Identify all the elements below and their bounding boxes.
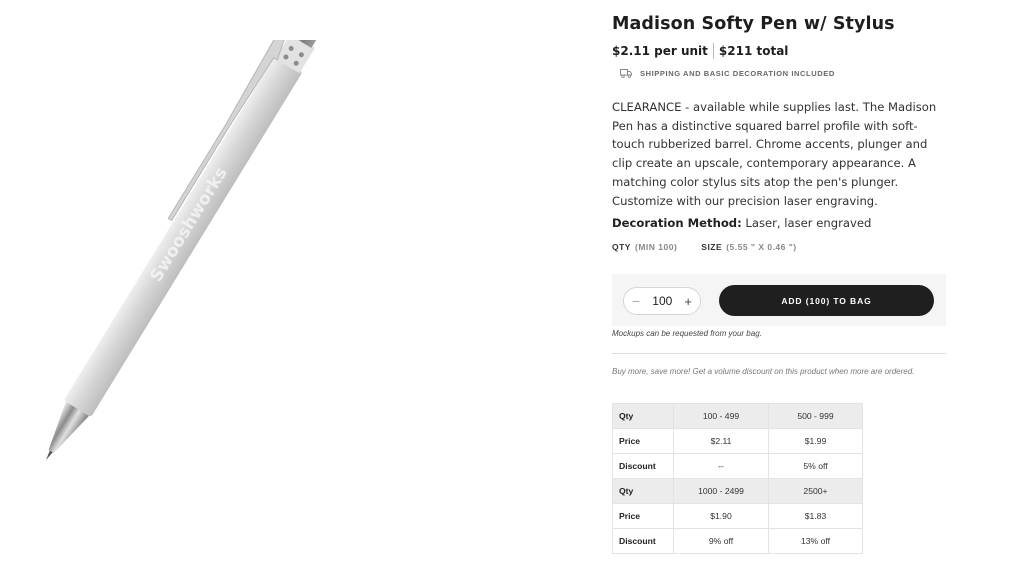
table-cell: 13% off [768, 528, 863, 554]
price-separator [712, 43, 714, 59]
table-row: Qty 1000 - 2499 2500+ [612, 478, 863, 504]
table-cell: 2500+ [768, 478, 863, 504]
volume-pricing-table: Qty 100 - 499 500 - 999 Price $2.11 $1.9… [612, 403, 863, 554]
shipping-note: SHIPPING AND BASIC DECORATION INCLUDED [620, 69, 952, 78]
mockups-note: Mockups can be requested from your bag. [612, 329, 762, 338]
size-label: SIZE [701, 242, 723, 253]
table-cell: 5% off [768, 453, 863, 479]
table-row: Qty 100 - 499 500 - 999 [612, 403, 863, 429]
price-row-label: Price [612, 428, 674, 454]
unit-price: $2.11 per unit [612, 44, 708, 58]
discount-row-label: Discount [612, 453, 674, 479]
table-cell: 500 - 999 [768, 403, 863, 429]
table-cell: $1.99 [768, 428, 863, 454]
total-price: $211 total [718, 44, 789, 58]
decrease-quantity-button[interactable]: − [632, 293, 640, 309]
quantity-value[interactable]: 100 [652, 294, 672, 308]
discount-row-label: Discount [612, 528, 674, 554]
decoration-method: Decoration Method: Laser, laser engraved [612, 216, 952, 230]
table-cell: 9% off [673, 528, 769, 554]
pen-illustration: Swooshworks [46, 7, 329, 460]
price-row-label: Price [612, 503, 674, 529]
volume-discount-note: Buy more, save more! Get a volume discou… [612, 367, 915, 376]
table-row: Discount -- 5% off [612, 453, 863, 479]
price-row: $2.11 per unit $211 total [612, 42, 952, 60]
increase-quantity-button[interactable]: + [684, 294, 692, 309]
quantity-stepper[interactable]: − 100 + [623, 287, 701, 315]
decoration-label: Decoration Method: [612, 216, 742, 231]
product-title: Madison Softy Pen w/ Stylus [612, 14, 895, 34]
order-box: − 100 + ADD (100) TO BAG [612, 274, 946, 326]
qty-row-label: Qty [612, 478, 674, 504]
qty-row-label: Qty [612, 403, 674, 429]
divider [612, 353, 946, 354]
size-value: (5.55 " X 0.46 ") [726, 242, 797, 253]
qty-label: QTY [612, 242, 631, 253]
table-row: Discount 9% off 13% off [612, 528, 863, 554]
table-row: Price $1.90 $1.83 [612, 503, 863, 529]
pen-imprint-text: Swooshworks [146, 164, 231, 286]
table-row: Price $2.11 $1.99 [612, 428, 863, 454]
table-cell: 100 - 499 [673, 403, 769, 429]
product-description: CLEARANCE - available while supplies las… [612, 100, 937, 208]
truck-icon [620, 69, 632, 78]
table-cell: $1.90 [673, 503, 769, 529]
qty-size-row: QTY (MIN 100) SIZE (5.55 " X 0.46 ") [612, 242, 952, 252]
table-cell: $1.83 [768, 503, 863, 529]
product-info: Madison Softy Pen w/ Stylus $2.11 per un… [612, 12, 952, 252]
product-image: Swooshworks [30, 7, 550, 520]
shipping-note-text: SHIPPING AND BASIC DECORATION INCLUDED [640, 69, 835, 78]
table-cell: -- [673, 453, 769, 479]
add-to-bag-button[interactable]: ADD (100) TO BAG [719, 285, 934, 316]
decoration-value: Laser, laser engraved [741, 216, 872, 231]
qty-min: (MIN 100) [634, 242, 678, 253]
table-cell: 1000 - 2499 [673, 478, 769, 504]
table-cell: $2.11 [673, 428, 769, 454]
